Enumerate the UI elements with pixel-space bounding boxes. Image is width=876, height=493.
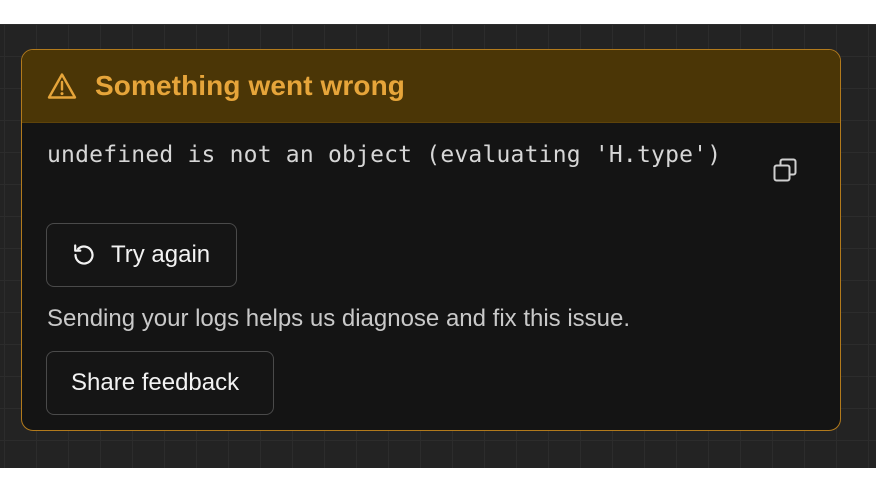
- feedback-hint-text: Sending your logs helps us diagnose and …: [47, 305, 631, 332]
- error-card: Something went wrong undefined is not an…: [21, 49, 841, 431]
- try-again-button[interactable]: Try again: [46, 223, 237, 287]
- warning-triangle-icon: [47, 72, 77, 100]
- error-title: Something went wrong: [95, 70, 405, 101]
- copy-icon: [772, 157, 798, 188]
- try-again-label: Try again: [111, 241, 211, 268]
- error-card-header: Something went wrong: [22, 50, 840, 123]
- error-message: undefined is not an object (evaluating '…: [47, 142, 722, 168]
- rotate-ccw-icon: [71, 242, 97, 268]
- share-feedback-label: Share feedback: [71, 369, 240, 396]
- copy-error-button[interactable]: [770, 157, 800, 187]
- share-feedback-button[interactable]: Share feedback: [46, 351, 274, 415]
